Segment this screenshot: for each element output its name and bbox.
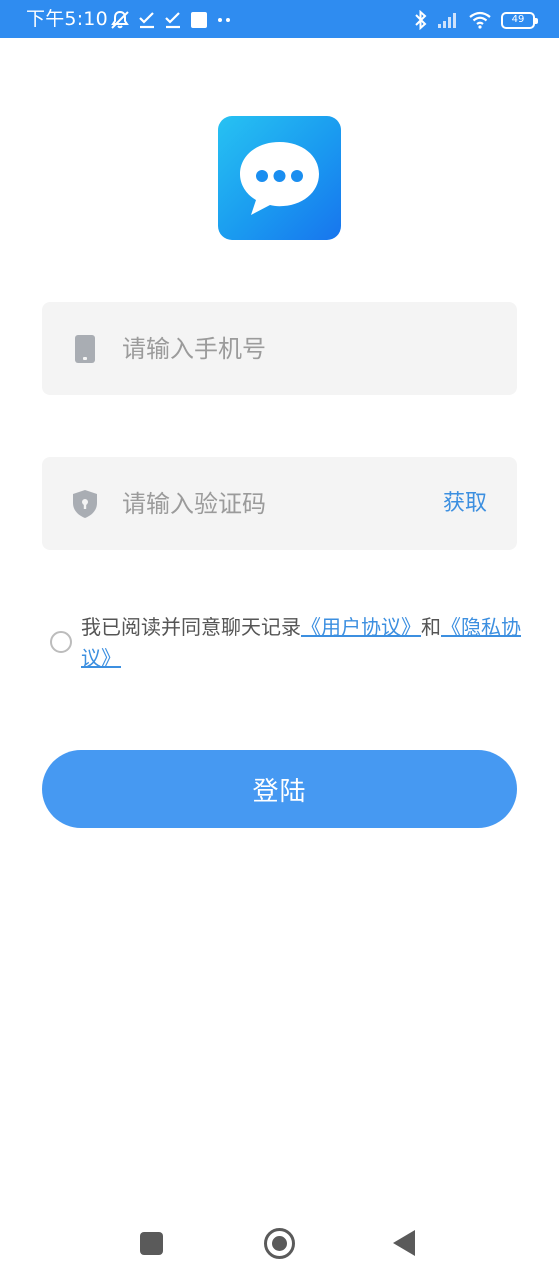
navigation-bar bbox=[0, 1210, 559, 1280]
recent-apps-icon[interactable] bbox=[140, 1232, 163, 1255]
phone-icon bbox=[72, 334, 98, 364]
status-time: 下午5:10 bbox=[26, 8, 108, 30]
mute-icon bbox=[110, 10, 130, 30]
status-bar: 下午5:10 49 bbox=[0, 0, 559, 38]
dots-icon bbox=[216, 17, 232, 23]
notification-icons bbox=[110, 9, 240, 31]
wifi-icon bbox=[468, 11, 492, 29]
home-icon[interactable] bbox=[264, 1228, 295, 1259]
get-code-button[interactable]: 获取 bbox=[443, 488, 487, 520]
battery-level: 49 bbox=[511, 14, 525, 25]
square-icon bbox=[190, 11, 208, 29]
verification-code-input[interactable] bbox=[122, 479, 422, 529]
user-agreement-link[interactable]: 《用户协议》 bbox=[301, 615, 421, 639]
check-icon bbox=[164, 11, 182, 29]
agreement-prefix: 我已阅读并同意聊天记录 bbox=[81, 615, 301, 639]
agreement-checkbox[interactable] bbox=[50, 631, 72, 653]
chat-bubble-icon bbox=[240, 142, 319, 215]
login-button[interactable]: 登陆 bbox=[42, 750, 517, 828]
system-icons: 49 bbox=[405, 9, 538, 31]
check-icon bbox=[138, 11, 156, 29]
back-icon[interactable] bbox=[393, 1230, 415, 1256]
signal-icon bbox=[437, 12, 459, 28]
phone-field bbox=[42, 302, 517, 395]
agreement-conjunction: 和 bbox=[421, 615, 441, 639]
app-logo bbox=[218, 116, 341, 240]
agreement-text: 我已阅读并同意聊天记录《用户协议》和《隐私协议》 bbox=[81, 612, 521, 674]
bluetooth-icon bbox=[414, 10, 428, 30]
battery-icon: 49 bbox=[501, 11, 538, 29]
code-field: 获取 bbox=[42, 457, 517, 550]
phone-input[interactable] bbox=[122, 324, 422, 374]
shield-icon bbox=[72, 489, 98, 519]
